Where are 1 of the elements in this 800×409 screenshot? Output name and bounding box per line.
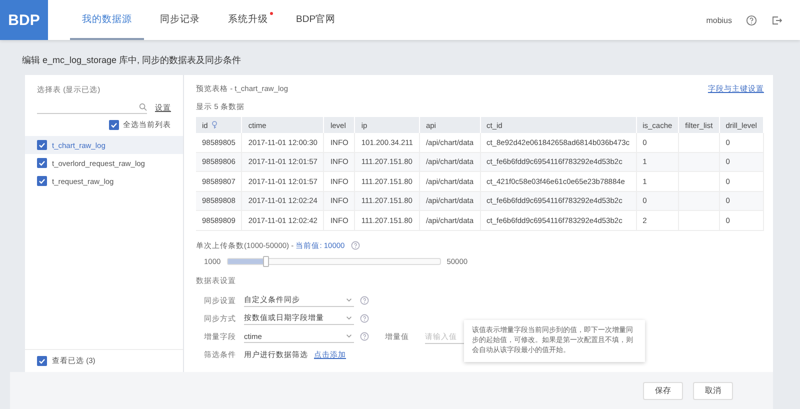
- page-title: 编辑 e_mc_log_storage 库中, 同步的数据表及同步条件: [21, 54, 242, 67]
